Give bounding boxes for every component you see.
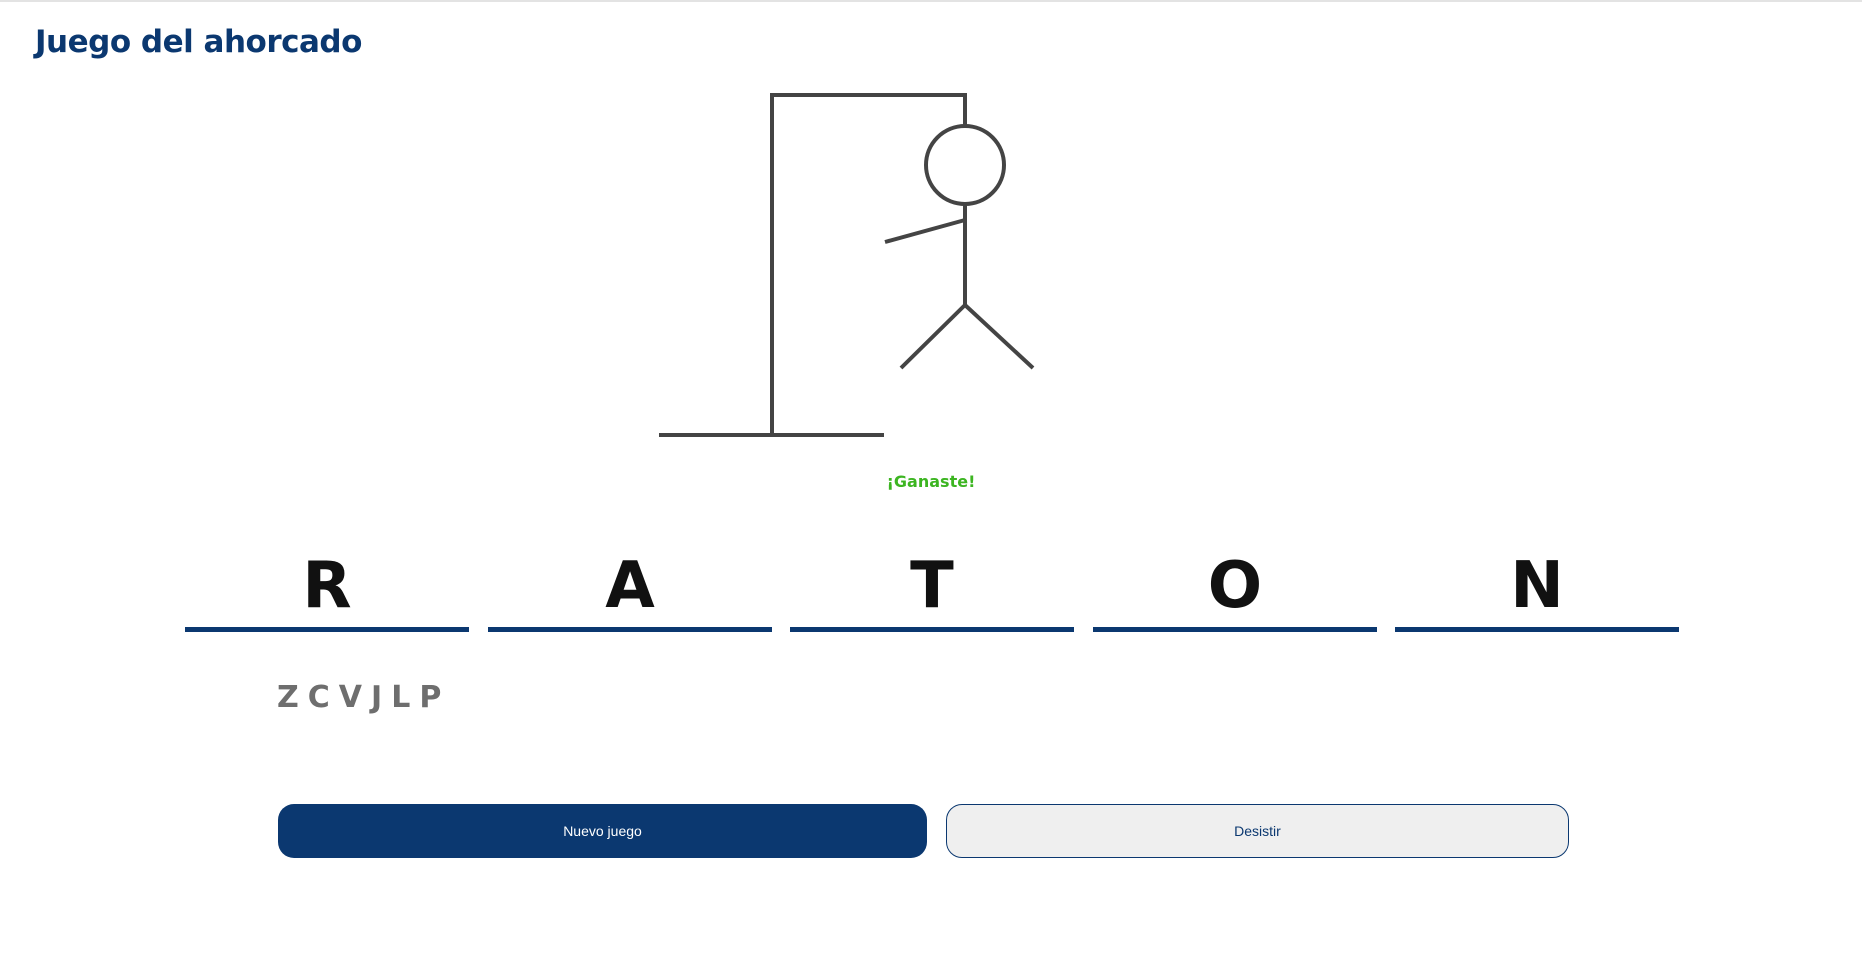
hangman-drawing (659, 93, 1035, 437)
game-status-message: ¡Ganaste! (886, 472, 976, 491)
wrong-letter: Z (277, 680, 299, 715)
top-divider (0, 0, 1862, 2)
revealed-letter: R (302, 549, 352, 623)
new-game-button[interactable]: Nuevo juego (278, 804, 927, 858)
revealed-letter: T (910, 549, 954, 623)
letter-slot: T (790, 546, 1074, 632)
revealed-letter: O (1207, 549, 1263, 623)
letter-underline (1093, 627, 1377, 632)
hangman-right-leg (963, 303, 1035, 370)
letter-slot: A (488, 546, 772, 632)
letter-slot: R (185, 546, 469, 632)
wrong-letter: L (391, 680, 411, 715)
page-title: Juego del ahorcado (35, 24, 362, 60)
hangman-head (924, 124, 1006, 206)
wrong-letters-list: Z C V J L P (277, 680, 441, 715)
letter-slot: N (1395, 546, 1679, 632)
letter-underline (185, 627, 469, 632)
letter-underline (488, 627, 772, 632)
revealed-letter: A (605, 549, 655, 623)
revealed-letter: N (1510, 549, 1564, 623)
wrong-letter: P (419, 680, 442, 715)
hangman-left-arm (884, 218, 966, 244)
hangman-left-leg (899, 303, 967, 370)
wrong-letter: V (338, 680, 363, 715)
word-slots: R A T O N (185, 546, 1680, 632)
letter-slot: O (1093, 546, 1377, 632)
letter-underline (790, 627, 1074, 632)
wrong-letter: J (371, 680, 383, 715)
give-up-button[interactable]: Desistir (946, 804, 1569, 858)
wrong-letter: C (307, 680, 330, 715)
letter-underline (1395, 627, 1679, 632)
